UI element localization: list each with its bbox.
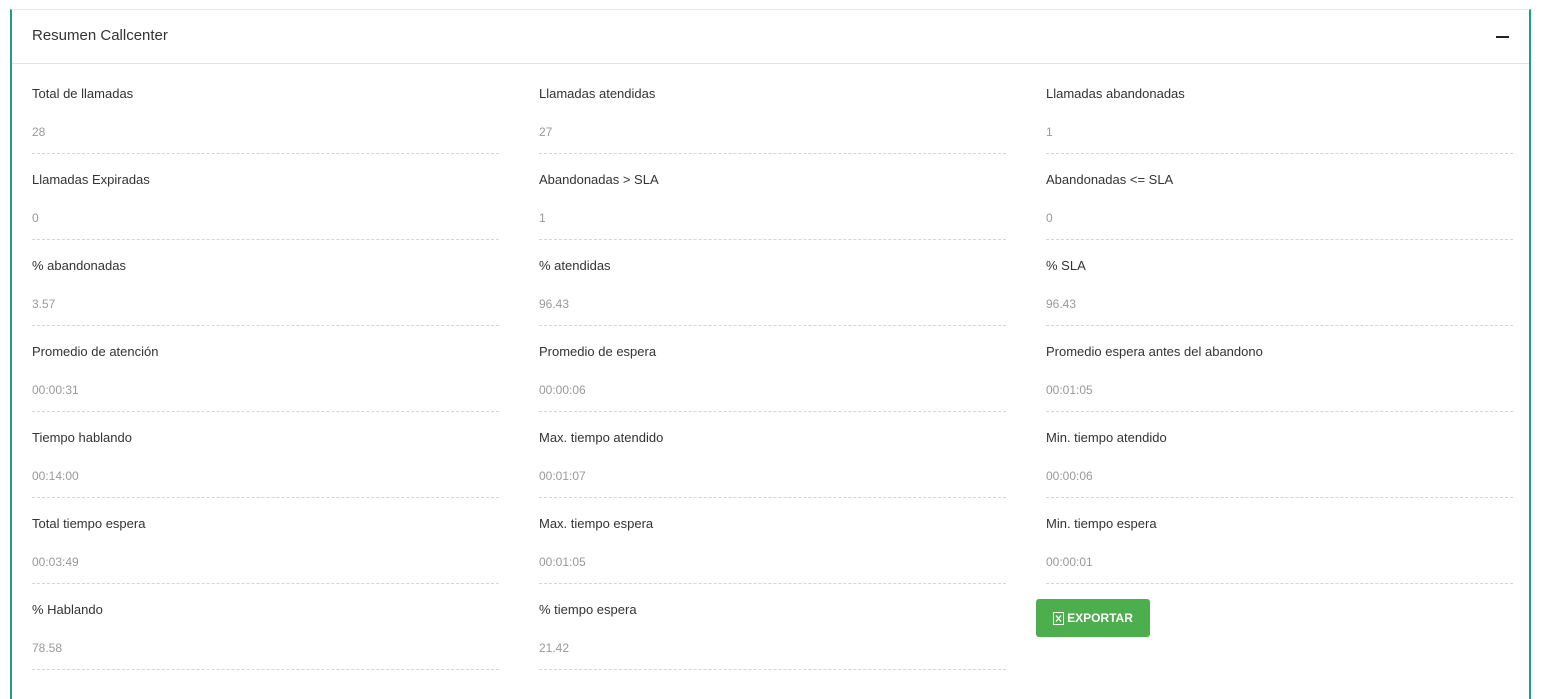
field-label-abandonadas-menor-igual-sla: Abandonadas <= SLA (1046, 172, 1174, 187)
field-value-promedio-espera-abandono[interactable] (1046, 382, 1513, 412)
minus-icon (1496, 36, 1509, 38)
field-value-pct-sla[interactable] (1046, 296, 1513, 326)
field-label-total-llamadas: Total de llamadas (32, 86, 134, 101)
field-value-promedio-atencion[interactable] (32, 382, 499, 412)
field-value-pct-tiempo-espera[interactable] (539, 640, 1006, 670)
field-promedio-atencion: Promedio de atención (32, 344, 499, 430)
field-abandonadas-mayor-sla: Abandonadas > SLA (539, 172, 1006, 258)
field-pct-sla: % SLA (1046, 258, 1513, 344)
field-label-pct-atendidas: % atendidas (539, 258, 611, 273)
field-value-max-tiempo-espera[interactable] (539, 554, 1006, 584)
field-label-promedio-espera-abandono: Promedio espera antes del abandono (1046, 344, 1263, 359)
field-label-abandonadas-mayor-sla: Abandonadas > SLA (539, 172, 659, 187)
field-label-max-tiempo-atendido: Max. tiempo atendido (539, 430, 664, 445)
field-value-promedio-espera[interactable] (539, 382, 1006, 412)
field-label-llamadas-abandonadas: Llamadas abandonadas (1046, 86, 1185, 101)
collapse-button[interactable] (1495, 26, 1511, 46)
field-total-llamadas: Total de llamadas (32, 86, 499, 172)
field-promedio-espera-abandono: Promedio espera antes del abandono (1046, 344, 1513, 430)
field-label-llamadas-atendidas: Llamadas atendidas (539, 86, 656, 101)
field-min-tiempo-espera: Min. tiempo espera (1046, 516, 1513, 602)
field-label-min-tiempo-espera: Min. tiempo espera (1046, 516, 1157, 531)
field-label-promedio-atencion: Promedio de atención (32, 344, 159, 359)
field-max-tiempo-atendido: Max. tiempo atendido (539, 430, 1006, 516)
field-max-tiempo-espera: Max. tiempo espera (539, 516, 1006, 602)
field-value-tiempo-hablando[interactable] (32, 468, 499, 498)
field-pct-abandonadas: % abandonadas (32, 258, 499, 344)
field-pct-tiempo-espera: % tiempo espera (539, 602, 1006, 688)
field-value-llamadas-expiradas[interactable] (32, 210, 499, 240)
field-llamadas-abandonadas: Llamadas abandonadas (1046, 86, 1513, 172)
field-value-total-tiempo-espera[interactable] (32, 554, 499, 584)
field-llamadas-atendidas: Llamadas atendidas (539, 86, 1006, 172)
field-pct-hablando: % Hablando (32, 602, 499, 688)
field-pct-atendidas: % atendidas (539, 258, 1006, 344)
field-value-pct-hablando[interactable] (32, 640, 499, 670)
field-promedio-espera: Promedio de espera (539, 344, 1006, 430)
field-tiempo-hablando: Tiempo hablando (32, 430, 499, 516)
field-value-pct-abandonadas[interactable] (32, 296, 499, 326)
field-label-pct-tiempo-espera: % tiempo espera (539, 602, 637, 617)
field-value-llamadas-atendidas[interactable] (539, 124, 1006, 154)
export-button[interactable]: EXPORTAR (1036, 599, 1150, 637)
field-label-total-tiempo-espera: Total tiempo espera (32, 516, 146, 531)
field-label-pct-abandonadas: % abandonadas (32, 258, 126, 273)
field-label-max-tiempo-espera: Max. tiempo espera (539, 516, 654, 531)
field-abandonadas-menor-igual-sla: Abandonadas <= SLA (1046, 172, 1513, 258)
field-value-pct-atendidas[interactable] (539, 296, 1006, 326)
field-llamadas-expiradas: Llamadas Expiradas (32, 172, 499, 258)
field-label-tiempo-hablando: Tiempo hablando (32, 430, 132, 445)
field-value-abandonadas-menor-igual-sla[interactable] (1046, 210, 1513, 240)
export-button-label: EXPORTAR (1067, 611, 1133, 625)
field-value-abandonadas-mayor-sla[interactable] (539, 210, 1006, 240)
panel-header: Resumen Callcenter (12, 10, 1529, 64)
field-label-llamadas-expiradas: Llamadas Expiradas (32, 172, 150, 187)
file-excel-icon (1053, 611, 1065, 625)
field-min-tiempo-atendido: Min. tiempo atendido (1046, 430, 1513, 516)
field-value-llamadas-abandonadas[interactable] (1046, 124, 1513, 154)
field-value-max-tiempo-atendido[interactable] (539, 468, 1006, 498)
field-value-total-llamadas[interactable] (32, 124, 499, 154)
panel-title: Resumen Callcenter (32, 27, 168, 44)
field-total-tiempo-espera: Total tiempo espera (32, 516, 499, 602)
field-label-min-tiempo-atendido: Min. tiempo atendido (1046, 430, 1167, 445)
field-value-min-tiempo-espera[interactable] (1046, 554, 1513, 584)
field-label-promedio-espera: Promedio de espera (539, 344, 657, 359)
field-label-pct-hablando: % Hablando (32, 602, 103, 617)
field-value-min-tiempo-atendido[interactable] (1046, 468, 1513, 498)
field-label-pct-sla: % SLA (1046, 258, 1086, 273)
